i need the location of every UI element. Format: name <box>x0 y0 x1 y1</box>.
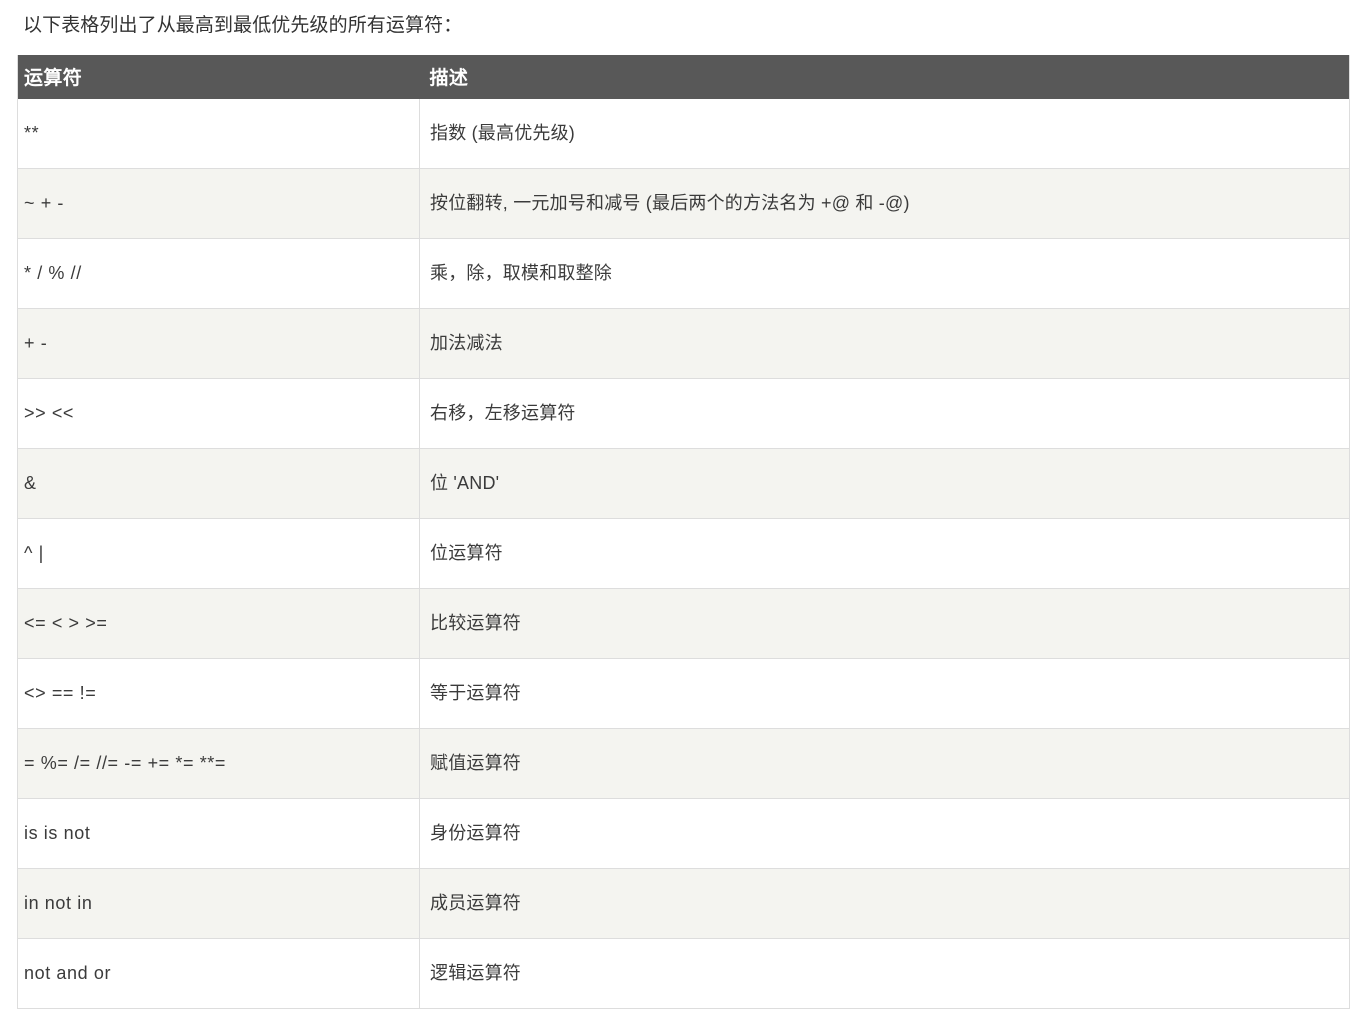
cell-operator: is is not <box>17 797 420 868</box>
operator-text: ~ + - <box>24 192 65 213</box>
cell-operator: <> == != <box>17 657 420 728</box>
description-text: 身份运算符 <box>430 822 521 843</box>
description-text: 比较运算符 <box>430 612 521 633</box>
operator-text: = %= /= //= -= += *= **= <box>24 752 227 773</box>
cell-description: 乘，除，取模和取整除 <box>419 237 1350 308</box>
description-text: 等于运算符 <box>430 682 521 703</box>
operator-text: is is not <box>24 822 91 843</box>
table-row: ** 指数 (最高优先级) <box>17 98 1350 168</box>
table-row: + - 加法减法 <box>17 307 1350 378</box>
cell-description: 右移，左移运算符 <box>419 377 1350 448</box>
table-row: not and or 逻辑运算符 <box>17 937 1350 1008</box>
operator-text: in not in <box>24 892 93 913</box>
table-header-row: 运算符 描述 <box>17 54 1350 99</box>
cell-description: 加法减法 <box>419 307 1350 378</box>
cell-operator: * / % // <box>17 237 420 308</box>
cell-operator: & <box>17 447 420 518</box>
table-row: <= < > >= 比较运算符 <box>17 587 1350 658</box>
operator-text: <= < > >= <box>24 612 108 633</box>
table-row: in not in 成员运算符 <box>17 867 1350 938</box>
description-text: 右移，左移运算符 <box>430 402 576 423</box>
table-row: = %= /= //= -= += *= **= 赋值运算符 <box>17 727 1350 798</box>
cell-description: 位运算符 <box>419 517 1350 588</box>
cell-description: 按位翻转, 一元加号和减号 (最后两个的方法名为 +@ 和 -@) <box>419 167 1350 238</box>
cell-operator: ~ + - <box>17 167 420 238</box>
cell-operator: in not in <box>17 867 420 938</box>
operator-precedence-table: 运算符 描述 ** 指数 (最高优先级) ~ + - 按位翻转, 一元加号和减号 (最… <box>17 54 1350 1009</box>
operator-text: <> == != <box>24 682 97 703</box>
table-body: ** 指数 (最高优先级) ~ + - 按位翻转, 一元加号和减号 (最后两个的方法名… <box>17 98 1350 1008</box>
cell-operator: >> << <box>17 377 420 448</box>
cell-operator: ^ | <box>17 517 420 588</box>
cell-description: 指数 (最高优先级) <box>419 98 1350 168</box>
operator-text: >> << <box>24 402 75 423</box>
cell-operator: ** <box>17 98 420 168</box>
description-text: 按位翻转, 一元加号和减号 (最后两个的方法名为 +@ 和 -@) <box>430 192 910 213</box>
description-text: 位运算符 <box>430 542 503 563</box>
cell-description: 等于运算符 <box>419 657 1350 728</box>
description-text: 加法减法 <box>430 332 503 353</box>
operator-text: ^ | <box>24 542 44 563</box>
operator-text: * / % // <box>24 262 82 283</box>
operator-text: not and or <box>24 962 112 983</box>
cell-description: 位 'AND' <box>419 447 1350 518</box>
operator-text: + - <box>24 332 48 353</box>
cell-description: 赋值运算符 <box>419 727 1350 798</box>
cell-operator: not and or <box>17 937 420 1008</box>
operator-text: & <box>24 472 37 493</box>
table-row: <> == != 等于运算符 <box>17 657 1350 728</box>
description-text: 乘，除，取模和取整除 <box>430 262 612 283</box>
table-row: ~ + - 按位翻转, 一元加号和减号 (最后两个的方法名为 +@ 和 -@) <box>17 167 1350 238</box>
column-header-description: 描述 <box>419 54 1350 99</box>
table-header: 运算符 描述 <box>17 54 1350 99</box>
cell-description: 逻辑运算符 <box>419 937 1350 1008</box>
description-text: 逻辑运算符 <box>430 962 521 983</box>
page-content: 以下表格列出了从最高到最低优先级的所有运算符： 运算符 描述 ** 指数 (最高优… <box>0 0 1366 1009</box>
column-header-operator: 运算符 <box>17 54 420 99</box>
description-text: 位 'AND' <box>430 472 500 493</box>
cell-operator: + - <box>17 307 420 378</box>
table-row: is is not 身份运算符 <box>17 797 1350 868</box>
table-row: & 位 'AND' <box>17 447 1350 518</box>
intro-paragraph: 以下表格列出了从最高到最低优先级的所有运算符： <box>23 15 463 36</box>
cell-description: 成员运算符 <box>419 867 1350 938</box>
cell-operator: = %= /= //= -= += *= **= <box>17 727 420 798</box>
description-text: 成员运算符 <box>430 892 521 913</box>
description-text: 赋值运算符 <box>430 752 521 773</box>
cell-description: 比较运算符 <box>419 587 1350 658</box>
table-row: * / % // 乘，除，取模和取整除 <box>17 237 1350 308</box>
cell-description: 身份运算符 <box>419 797 1350 868</box>
table-row: >> << 右移，左移运算符 <box>17 377 1350 448</box>
description-text: 指数 (最高优先级) <box>430 122 575 143</box>
operator-text: ** <box>24 122 40 143</box>
table-row: ^ | 位运算符 <box>17 517 1350 588</box>
cell-operator: <= < > >= <box>17 587 420 658</box>
